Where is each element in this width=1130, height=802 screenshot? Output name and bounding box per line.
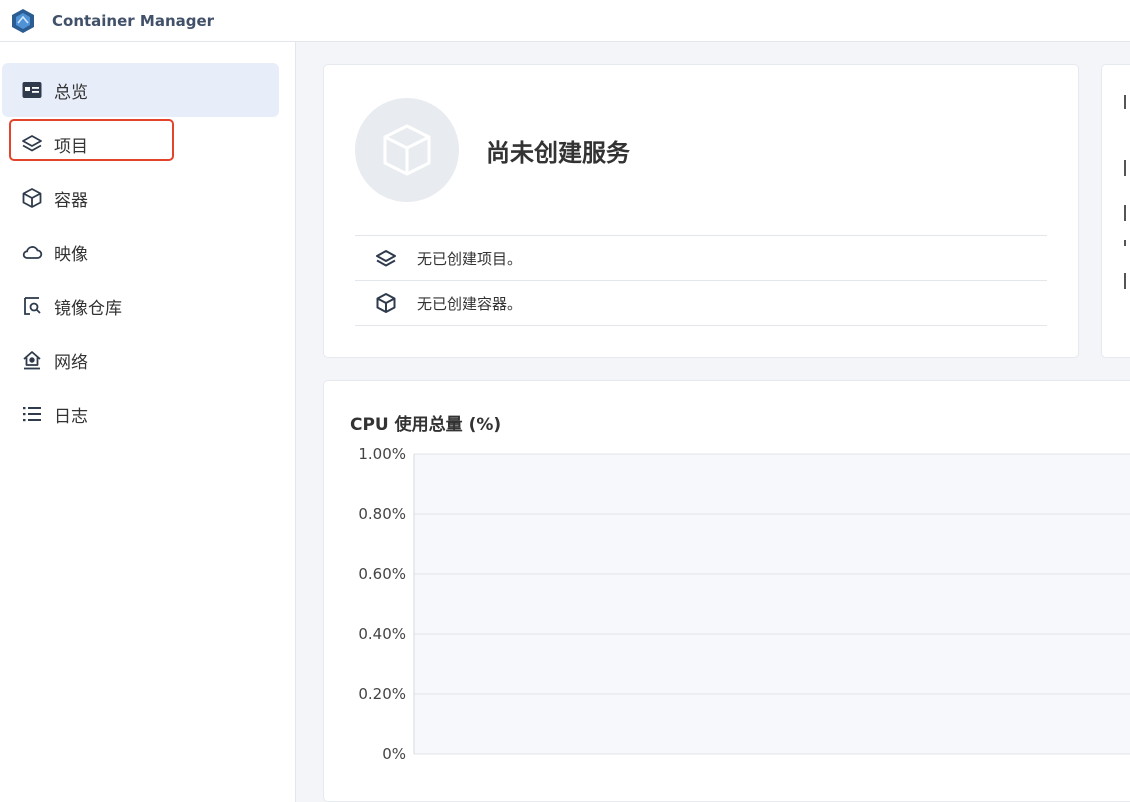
chart-plot-area	[414, 454, 1130, 754]
cube-icon	[20, 186, 44, 210]
sidebar-item-images[interactable]: 映像	[2, 225, 279, 279]
sidebar-item-label: 日志	[54, 406, 88, 427]
sidebar-item-label: 网络	[54, 352, 88, 373]
y-tick-label: 0.60%	[358, 565, 406, 583]
sidebar-item-registry[interactable]: 镜像仓库	[2, 279, 279, 333]
container-status-row: 无已创建容器。	[355, 280, 1047, 326]
sidebar-item-label: 总览	[54, 82, 88, 103]
title-bar: Container Manager	[0, 0, 1130, 42]
overview-icon	[20, 78, 44, 102]
y-tick-label: 0.20%	[358, 685, 406, 703]
cut-off-text	[1124, 240, 1130, 246]
project-status-row: 无已创建项目。	[355, 235, 1047, 281]
service-status-title: 尚未创建服务	[486, 139, 630, 167]
sidebar-item-label: 镜像仓库	[54, 298, 122, 319]
sidebar-item-overview[interactable]: 总览	[2, 63, 279, 117]
empty-service-illustration	[355, 98, 459, 202]
sidebar-item-label: 映像	[54, 244, 88, 265]
list-icon	[20, 402, 44, 426]
sidebar-item-containers[interactable]: 容器	[2, 171, 279, 225]
container-status-text: 无已创建容器。	[417, 294, 523, 313]
layers-icon	[375, 248, 397, 270]
highlight-box	[9, 119, 174, 161]
resource-card-partial	[1102, 65, 1130, 357]
cube-icon	[383, 124, 431, 176]
container-manager-logo-icon	[12, 8, 34, 33]
y-tick-label: 0.40%	[358, 625, 406, 643]
registry-search-icon	[20, 294, 44, 318]
project-status-text: 无已创建项目。	[417, 250, 523, 268]
cpu-usage-card: CPU 使用总量 (%) 1.00% 0.80% 0.60% 0.40% 0.20% 0%	[324, 381, 1130, 801]
network-house-icon	[20, 348, 44, 372]
app-title: Container Manager	[52, 11, 215, 30]
cut-off-text	[1124, 160, 1130, 176]
y-tick-label: 0%	[382, 745, 406, 763]
sidebar-item-projects[interactable]: 项目	[2, 117, 279, 171]
cpu-usage-chart: 1.00% 0.80% 0.60% 0.40% 0.20% 0%	[358, 445, 1130, 763]
cut-off-text	[1124, 273, 1130, 289]
sidebar-item-label: 容器	[54, 190, 88, 211]
y-tick-label: 0.80%	[358, 505, 406, 523]
cloud-icon	[20, 240, 44, 264]
cube-icon	[375, 292, 397, 314]
sidebar: 总览 项目 容器 映像 镜像仓库 网络 日志	[0, 42, 296, 802]
sidebar-item-logs[interactable]: 日志	[2, 387, 279, 441]
cut-off-text	[1124, 205, 1130, 221]
cut-off-text	[1124, 95, 1130, 109]
sidebar-item-network[interactable]: 网络	[2, 333, 279, 387]
service-status-card: 尚未创建服务 无已创建项目。 无已创建容器。	[324, 65, 1078, 357]
y-tick-label: 1.00%	[358, 445, 406, 463]
